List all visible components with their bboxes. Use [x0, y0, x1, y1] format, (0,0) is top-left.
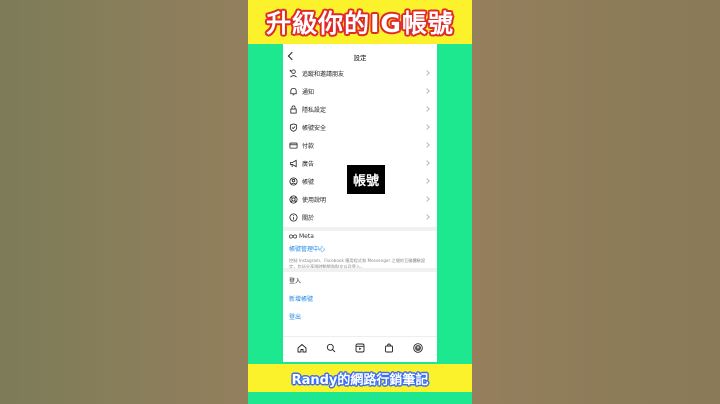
info-icon — [289, 213, 298, 222]
tab-home[interactable] — [296, 342, 308, 354]
menu-item-privacy[interactable]: 隱私設定 — [283, 101, 437, 119]
menu-item-label: 帳號 — [302, 179, 315, 186]
settings-menu: 追蹤和邀請朋友 通知 隱私設定 帳號安全 付款 廣告 帳號 使用說明 關於 — [283, 65, 437, 227]
chevron-right-icon — [424, 196, 430, 202]
bell-icon — [290, 87, 297, 96]
chevron-right-icon — [424, 88, 430, 94]
menu-item-security[interactable]: 帳號安全 — [283, 119, 437, 137]
logout-button[interactable]: 登出 — [289, 312, 301, 321]
chevron-right-icon — [424, 70, 430, 76]
meta-infinity-icon — [289, 234, 297, 239]
bottom-tab-bar — [283, 336, 437, 358]
search-icon — [326, 343, 336, 352]
add-person-icon — [289, 69, 297, 78]
chevron-right-icon — [424, 124, 430, 130]
tab-profile[interactable] — [412, 342, 424, 354]
menu-item-about[interactable]: 關於 — [283, 209, 437, 227]
background-right — [472, 0, 720, 404]
shop-bag-icon — [385, 343, 394, 352]
chevron-right-icon — [424, 160, 430, 166]
meta-logo-text: Meta — [299, 233, 314, 240]
meta-section: Meta 帳號管理中心 控制 Instagram、Facebook 應用程式和 … — [289, 233, 433, 269]
home-icon — [297, 343, 307, 352]
card-icon — [289, 142, 298, 149]
add-account-button[interactable]: 新增帳號 — [289, 294, 313, 303]
menu-item-notifications[interactable]: 通知 — [283, 83, 437, 101]
settings-header: 設定 — [283, 50, 437, 66]
top-banner: 升級你的IG帳號 — [248, 0, 472, 44]
bottom-banner-title: Randy的網路行銷筆記 — [291, 372, 429, 388]
profile-avatar-icon — [413, 342, 424, 353]
tab-search[interactable] — [325, 342, 337, 354]
lock-icon — [290, 105, 297, 114]
menu-item-label: 使用說明 — [302, 197, 327, 204]
tab-reels[interactable] — [354, 342, 366, 354]
meta-logo: Meta — [289, 233, 433, 240]
tab-shop[interactable] — [383, 342, 395, 354]
megaphone-icon — [289, 159, 297, 168]
bottom-banner: Randy的網路行銷筆記 — [248, 364, 472, 392]
overlay-caption: 帳號 — [347, 165, 385, 194]
overlay-caption-text: 帳號 — [352, 174, 379, 189]
login-section-title: 登入 — [289, 278, 302, 285]
menu-item-label: 廣告 — [302, 161, 315, 168]
help-lifebuoy-icon — [289, 195, 298, 204]
accounts-center-link[interactable]: 帳號管理中心 — [289, 244, 433, 253]
reels-icon — [355, 343, 365, 352]
menu-item-label: 關於 — [302, 215, 315, 222]
menu-item-label: 追蹤和邀請朋友 — [302, 71, 345, 78]
menu-item-label: 付款 — [302, 143, 315, 150]
chevron-right-icon — [424, 214, 430, 220]
account-icon — [289, 177, 298, 186]
phone-screen: 設定 追蹤和邀請朋友 通知 隱私設定 帳號安全 付款 廣告 帳號 使用說明 關於… — [283, 44, 437, 362]
menu-item-follow-invite[interactable]: 追蹤和邀請朋友 — [283, 65, 437, 83]
section-divider — [283, 268, 437, 272]
chevron-right-icon — [424, 142, 430, 148]
chevron-right-icon — [424, 106, 430, 112]
section-divider — [283, 227, 437, 231]
menu-item-label: 通知 — [302, 89, 315, 96]
chevron-right-icon — [424, 178, 430, 184]
page-title: 設定 — [353, 54, 367, 62]
menu-item-label: 帳號安全 — [302, 125, 327, 132]
menu-item-label: 隱私設定 — [302, 107, 327, 114]
background-left — [0, 0, 248, 404]
menu-item-payments[interactable]: 付款 — [283, 137, 437, 155]
shield-icon — [289, 123, 298, 132]
top-banner-title: 升級你的IG帳號 — [266, 9, 454, 38]
